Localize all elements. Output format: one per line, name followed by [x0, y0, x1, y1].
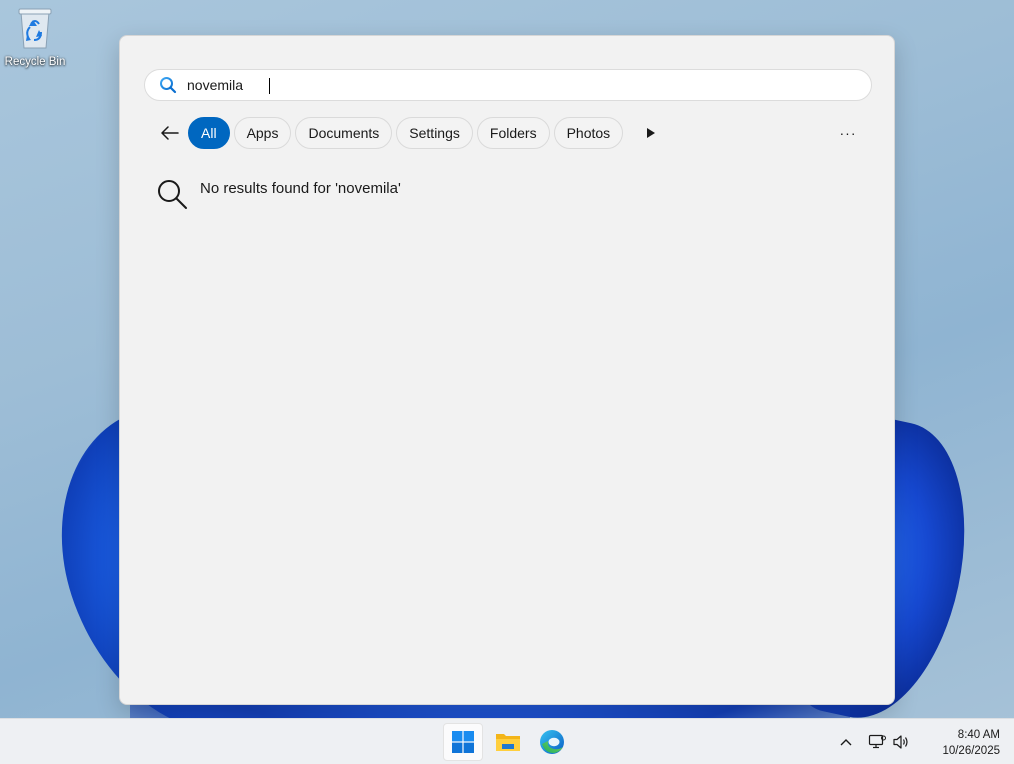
volume-icon[interactable]	[892, 733, 910, 751]
network-icon[interactable]	[868, 733, 886, 751]
clock[interactable]: 8:40 AM 10/26/2025	[942, 727, 1000, 759]
back-button[interactable]	[154, 117, 186, 149]
chip-label: All	[201, 125, 217, 141]
filter-chip-folders[interactable]: Folders	[476, 117, 550, 149]
no-results: No results found for 'novemila'	[156, 178, 401, 210]
filter-chip-apps[interactable]: Apps	[233, 117, 292, 149]
recycle-bin-icon	[17, 6, 53, 50]
clock-date: 10/26/2025	[942, 745, 1000, 757]
start-button[interactable]	[443, 723, 483, 761]
edge-icon	[540, 730, 564, 754]
text-caret	[269, 78, 270, 94]
no-results-message: No results found for 'novemila'	[200, 180, 401, 197]
chip-label: Apps	[246, 125, 279, 141]
file-explorer-button[interactable]	[488, 723, 528, 761]
desktop-icon-recycle-bin[interactable]: Recycle Bin	[2, 4, 68, 72]
search-input[interactable]	[187, 71, 787, 99]
more-options-button[interactable]: ···	[832, 117, 864, 149]
system-tray: 8:40 AM 10/26/2025	[834, 719, 1014, 764]
desktop-icon-label: Recycle Bin	[4, 56, 66, 68]
filter-chip-settings[interactable]: Settings	[396, 117, 473, 149]
filter-bar: All Apps Documents Settings Folders Phot…	[154, 117, 864, 149]
more-label: ···	[839, 125, 857, 141]
chevron-up-icon[interactable]	[837, 733, 855, 751]
filter-chip-all[interactable]: All	[188, 117, 230, 149]
search-panel: All Apps Documents Settings Folders Phot…	[119, 35, 895, 705]
windows-logo-icon	[452, 731, 474, 753]
search-icon	[159, 76, 177, 94]
chip-label: Folders	[489, 125, 537, 141]
filter-chip-photos[interactable]: Photos	[553, 117, 624, 149]
play-right-icon	[647, 128, 656, 138]
back-arrow-icon	[161, 126, 179, 140]
taskbar: 8:40 AM 10/26/2025	[0, 718, 1014, 764]
chip-label: Photos	[566, 125, 611, 141]
chip-label: Documents	[308, 125, 380, 141]
search-icon	[156, 178, 188, 210]
filter-chip-documents[interactable]: Documents	[295, 117, 393, 149]
clock-time: 8:40 AM	[957, 729, 1000, 741]
chip-label: Settings	[409, 125, 460, 141]
search-box[interactable]	[144, 69, 872, 101]
folder-icon	[496, 734, 520, 751]
more-scopes-button[interactable]	[637, 117, 665, 149]
edge-button[interactable]	[532, 723, 572, 761]
